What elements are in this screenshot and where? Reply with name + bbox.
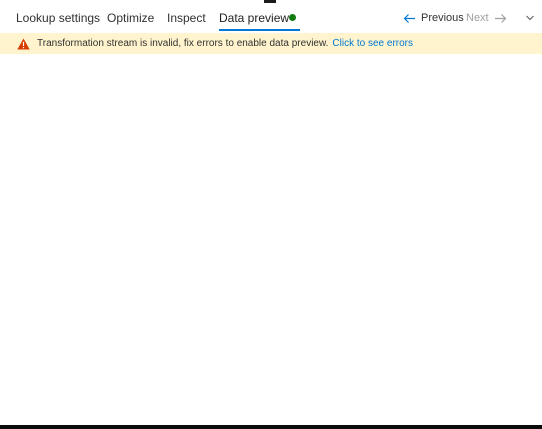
bottom-edge [0, 425, 542, 429]
tab-inspect[interactable]: Inspect [167, 11, 206, 25]
tab-optimize[interactable]: Optimize [107, 11, 154, 25]
preview-content-area [0, 54, 542, 425]
previous-button[interactable]: Previous [403, 10, 464, 26]
tab-data-preview[interactable]: Data preview [219, 11, 289, 25]
arrow-right-icon [494, 13, 506, 23]
next-button[interactable]: Next [466, 10, 507, 26]
status-dot-icon [289, 14, 296, 21]
warning-triangle-icon [17, 38, 30, 49]
warning-message-bar: Transformation stream is invalid, fix er… [0, 33, 542, 54]
tab-bar: Lookup settings Optimize Inspect Data pr… [0, 0, 542, 32]
arrow-left-icon [403, 13, 415, 23]
next-label: Next [466, 12, 489, 24]
collapse-button[interactable] [524, 11, 536, 23]
warning-text: Transformation stream is invalid, fix er… [37, 38, 329, 49]
data-preview-panel: Lookup settings Optimize Inspect Data pr… [0, 0, 542, 429]
see-errors-link[interactable]: Click to see errors [332, 38, 413, 49]
tab-lookup-settings[interactable]: Lookup settings [16, 11, 100, 25]
chevron-down-icon [526, 15, 534, 21]
active-tab-indicator [219, 29, 300, 31]
previous-label: Previous [421, 12, 464, 24]
